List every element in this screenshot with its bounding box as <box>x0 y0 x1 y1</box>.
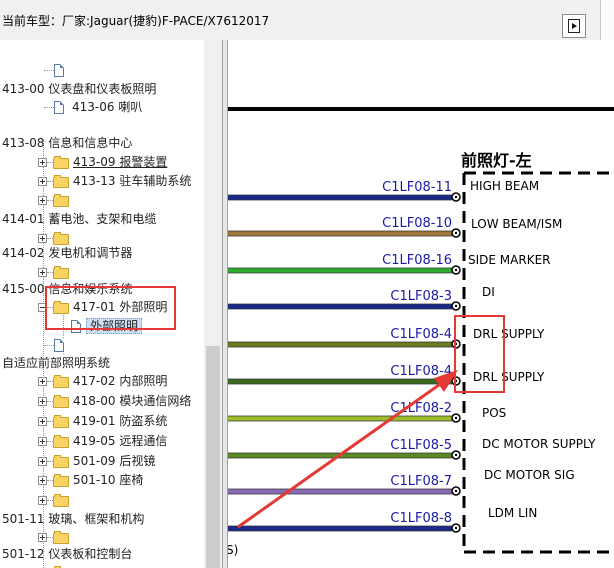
wiring-diagram-svg: 前照灯-左 C1LF08-11 HIGH BEAM C1LF08-10 LOW BEAM… <box>228 107 614 557</box>
wire <box>228 195 452 200</box>
top-rule <box>228 107 614 111</box>
wire <box>228 231 452 236</box>
wire <box>228 489 452 494</box>
pin-dot <box>454 304 458 308</box>
expand-icon[interactable] <box>38 496 47 505</box>
pin-dot <box>454 489 458 493</box>
connector-label: C1LF08-8 <box>390 511 452 526</box>
signal-label: POS <box>482 406 506 420</box>
wire <box>228 342 452 347</box>
document-icon <box>54 101 64 114</box>
signal-label: HIGH BEAM <box>470 179 539 193</box>
wiring-diagram: 前照灯-左 C1LF08-11 HIGH BEAM C1LF08-10 LOW BEAM… <box>228 40 614 568</box>
expand-icon[interactable] <box>38 437 47 446</box>
vehicle-label: 当前车型： <box>2 14 63 28</box>
folder-icon <box>53 266 69 279</box>
go-forward-button[interactable] <box>562 14 586 38</box>
folder-icon <box>53 395 69 408</box>
wire <box>228 268 452 273</box>
expand-icon[interactable] <box>38 234 47 243</box>
connector-label: C1LF08-11 <box>382 180 452 195</box>
pin-dot <box>454 231 458 235</box>
document-tree[interactable]: 413-00 仪表盘和仪表板照明 413-06 喇叭 413-08 信息和信息中心 4… <box>0 40 222 568</box>
tree-item-label[interactable]: 413-13 驻车辅助系统 <box>73 172 191 191</box>
expand-icon[interactable] <box>38 417 47 426</box>
tree-scrollbar[interactable] <box>204 40 222 568</box>
wire <box>228 416 452 421</box>
tree-item-label[interactable]: 413-08 信息和信息中心 <box>2 134 132 153</box>
signal-label: DRL SUPPLY <box>473 370 545 384</box>
vehicle-info: 当前车型：厂家:Jaguar(捷豹)F-PACE/X7612017 <box>2 12 269 29</box>
tree-item-label[interactable]: 自适应前部照明系统 <box>2 354 110 373</box>
tree-item-label[interactable]: 414-02 发电机和调节器 <box>2 244 132 263</box>
expand-icon[interactable] <box>38 457 47 466</box>
signal-label: DRL SUPPLY <box>473 327 545 341</box>
folder-icon <box>53 415 69 428</box>
signal-label: DI <box>482 285 495 299</box>
signal-label: DC MOTOR SUPPLY <box>482 437 596 451</box>
tree-item-label[interactable]: 413-06 喇叭 <box>72 98 142 117</box>
expand-icon[interactable] <box>38 268 47 277</box>
expand-icon[interactable] <box>38 158 47 167</box>
document-icon <box>54 339 64 352</box>
tree-scrollbar-thumb[interactable] <box>206 346 220 568</box>
connector-label: C1LF08-5 <box>390 438 452 453</box>
tree-item-label[interactable]: 414-01 蓄电池、支架和电缆 <box>2 210 156 229</box>
expand-icon[interactable] <box>38 533 47 542</box>
tree-item-label[interactable]: 413-00 仪表盘和仪表板照明 <box>2 80 156 99</box>
tree-item-label[interactable]: 501-09 后视镜 <box>73 452 155 471</box>
tree-item-label[interactable]: 501-12 仪表板和控制台 <box>2 545 132 564</box>
connector-label: C1LF08-4 <box>390 327 452 342</box>
folder-icon <box>53 375 69 388</box>
folder-icon <box>53 455 69 468</box>
expand-icon[interactable] <box>38 196 47 205</box>
wire <box>228 304 452 309</box>
expand-icon[interactable] <box>38 397 47 406</box>
signal-label: LDM LIN <box>488 506 537 520</box>
header-edge <box>600 0 614 40</box>
connector-label: C1LF08-3 <box>390 289 452 304</box>
folder-icon <box>53 435 69 448</box>
tree-item-label[interactable]: 501-10 座椅 <box>73 471 143 490</box>
wire <box>228 526 452 531</box>
expand-icon[interactable] <box>38 476 47 485</box>
expand-icon[interactable] <box>38 377 47 386</box>
folder-icon <box>53 474 69 487</box>
connector-label: C1LF08-10 <box>382 216 452 231</box>
vehicle-value: 厂家:Jaguar(捷豹)F-PACE/X7612017 <box>62 14 270 28</box>
connector-label: C1LF08-16 <box>382 253 452 268</box>
folder-icon <box>53 194 69 207</box>
folder-icon <box>53 494 69 507</box>
folder-icon <box>53 175 69 188</box>
wire <box>228 379 452 384</box>
pin-dot <box>454 453 458 457</box>
tree-item-label[interactable]: 419-01 防盗系统 <box>73 412 167 431</box>
connector-label: C1LF08-7 <box>390 474 452 489</box>
pin-dot <box>454 416 458 420</box>
highlight-box <box>45 286 176 330</box>
vehicle-header: 当前车型：厂家:Jaguar(捷豹)F-PACE/X7612017 <box>0 0 614 40</box>
tree-item-label[interactable]: 419-05 远程通信 <box>73 432 167 451</box>
expand-icon[interactable] <box>38 177 47 186</box>
folder-icon <box>53 531 69 544</box>
signal-label: SIDE MARKER <box>468 253 550 267</box>
folder-icon <box>53 156 69 169</box>
pin-dot <box>454 268 458 272</box>
tree-item-label[interactable]: 501-11 玻璃、框架和机构 <box>2 510 144 529</box>
pin-dot <box>454 526 458 530</box>
signal-label: LOW BEAM/ISM <box>471 217 562 231</box>
signal-label: DC MOTOR SIG <box>484 468 575 482</box>
component-title: 前照灯-左 <box>461 151 532 170</box>
tree-item-label[interactable]: 417-02 内部照明 <box>73 372 167 391</box>
go-forward-icon <box>568 19 580 33</box>
document-icon <box>54 64 64 77</box>
partial-label: S) <box>228 543 238 557</box>
tree-item-label[interactable]: 413-09 报警装置 <box>73 153 167 172</box>
tree-item-label[interactable]: 418-00 模块通信网络 <box>73 392 191 411</box>
pin-dot <box>454 195 458 199</box>
